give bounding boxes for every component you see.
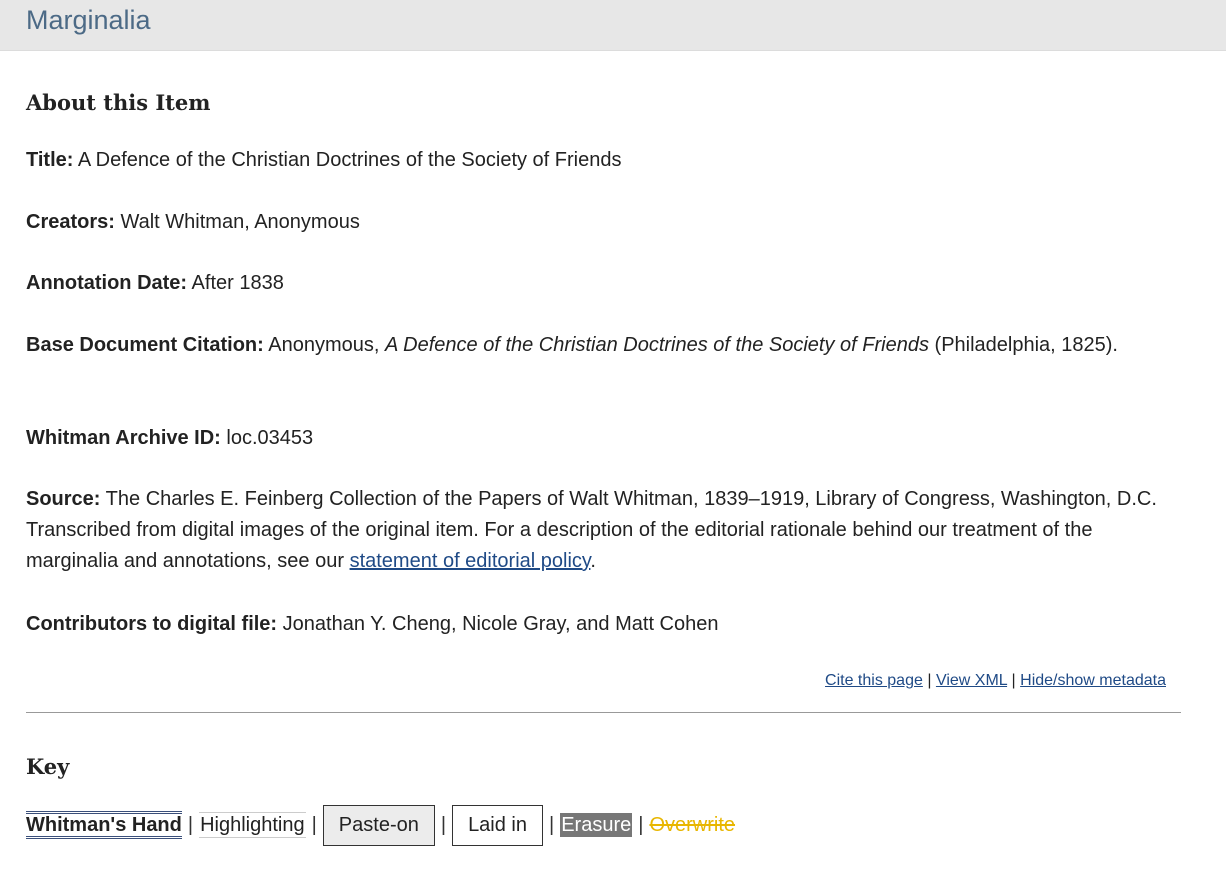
key-whitmans-hand: Whitman's Hand [26,811,182,839]
key-erasure: Erasure [560,813,633,837]
meta-contributors-value: Jonathan Y. Cheng, Nicole Gray, and Matt… [282,613,719,635]
meta-citation-suffix: (Philadelphia, 1825). [934,334,1118,356]
meta-citation: Base Document Citation: Anonymous, A Def… [26,330,1176,361]
key-separator: | [638,813,644,836]
meta-title-label: Title: [26,149,74,171]
meta-archive-id-value: loc.03453 [226,427,314,449]
meta-contributors-label: Contributors to digital file: [26,613,278,635]
meta-archive-id-label: Whitman Archive ID: [26,427,221,449]
view-xml-link[interactable]: View XML [936,672,1007,689]
meta-date: Annotation Date: After 1838 [26,268,1176,299]
key-highlighting: Highlighting [199,812,306,838]
section-divider [26,712,1181,713]
key-separator: | [187,813,194,836]
about-heading: About this Item [26,90,211,115]
site-title[interactable]: Marginalia [26,5,151,36]
key-paste-on: Paste-on [322,804,435,846]
meta-contributors: Contributors to digital file: Jonathan Y… [26,609,1176,640]
meta-title-value: A Defence of the Christian Doctrines of … [77,149,622,171]
meta-creators: Creators: Walt Whitman, Anonymous [26,207,1176,238]
meta-source-label: Source: [26,488,101,510]
meta-title: Title: A Defence of the Christian Doctri… [26,145,1176,176]
key-separator: | [311,813,317,836]
key-separator: | [440,813,447,836]
meta-date-value: After 1838 [191,272,284,294]
cite-page-link[interactable]: Cite this page [825,672,923,689]
meta-source-end: . [590,550,596,572]
meta-creators-label: Creators: [26,211,115,233]
meta-citation-label: Base Document Citation: [26,334,264,356]
meta-date-label: Annotation Date: [26,272,188,294]
meta-creators-value: Walt Whitman, Anonymous [120,211,360,233]
editorial-policy-link[interactable]: statement of editorial policy [350,550,591,572]
meta-citation-title: A Defence of the Christian Doctrines of … [385,334,929,356]
toggle-metadata-link[interactable]: Hide/show metadata [1020,672,1166,689]
key-legend: Whitman's Hand | Highlighting | Paste-on… [26,804,735,846]
meta-archive-id: Whitman Archive ID: loc.03453 [26,423,1176,454]
key-overwrite: Overwrite [649,813,736,836]
actions-separator: | [927,672,932,689]
site-header: Marginalia [0,0,1226,51]
key-separator: | [549,813,555,836]
key-laid-in: Laid in [452,804,543,846]
meta-source: Source: The Charles E. Feinberg Collecti… [26,484,1176,577]
page-actions: Cite this page | View XML | Hide/show me… [825,672,1166,690]
key-heading: Key [26,754,70,779]
actions-separator: | [1011,672,1016,689]
meta-citation-prefix: Anonymous, [268,334,380,356]
